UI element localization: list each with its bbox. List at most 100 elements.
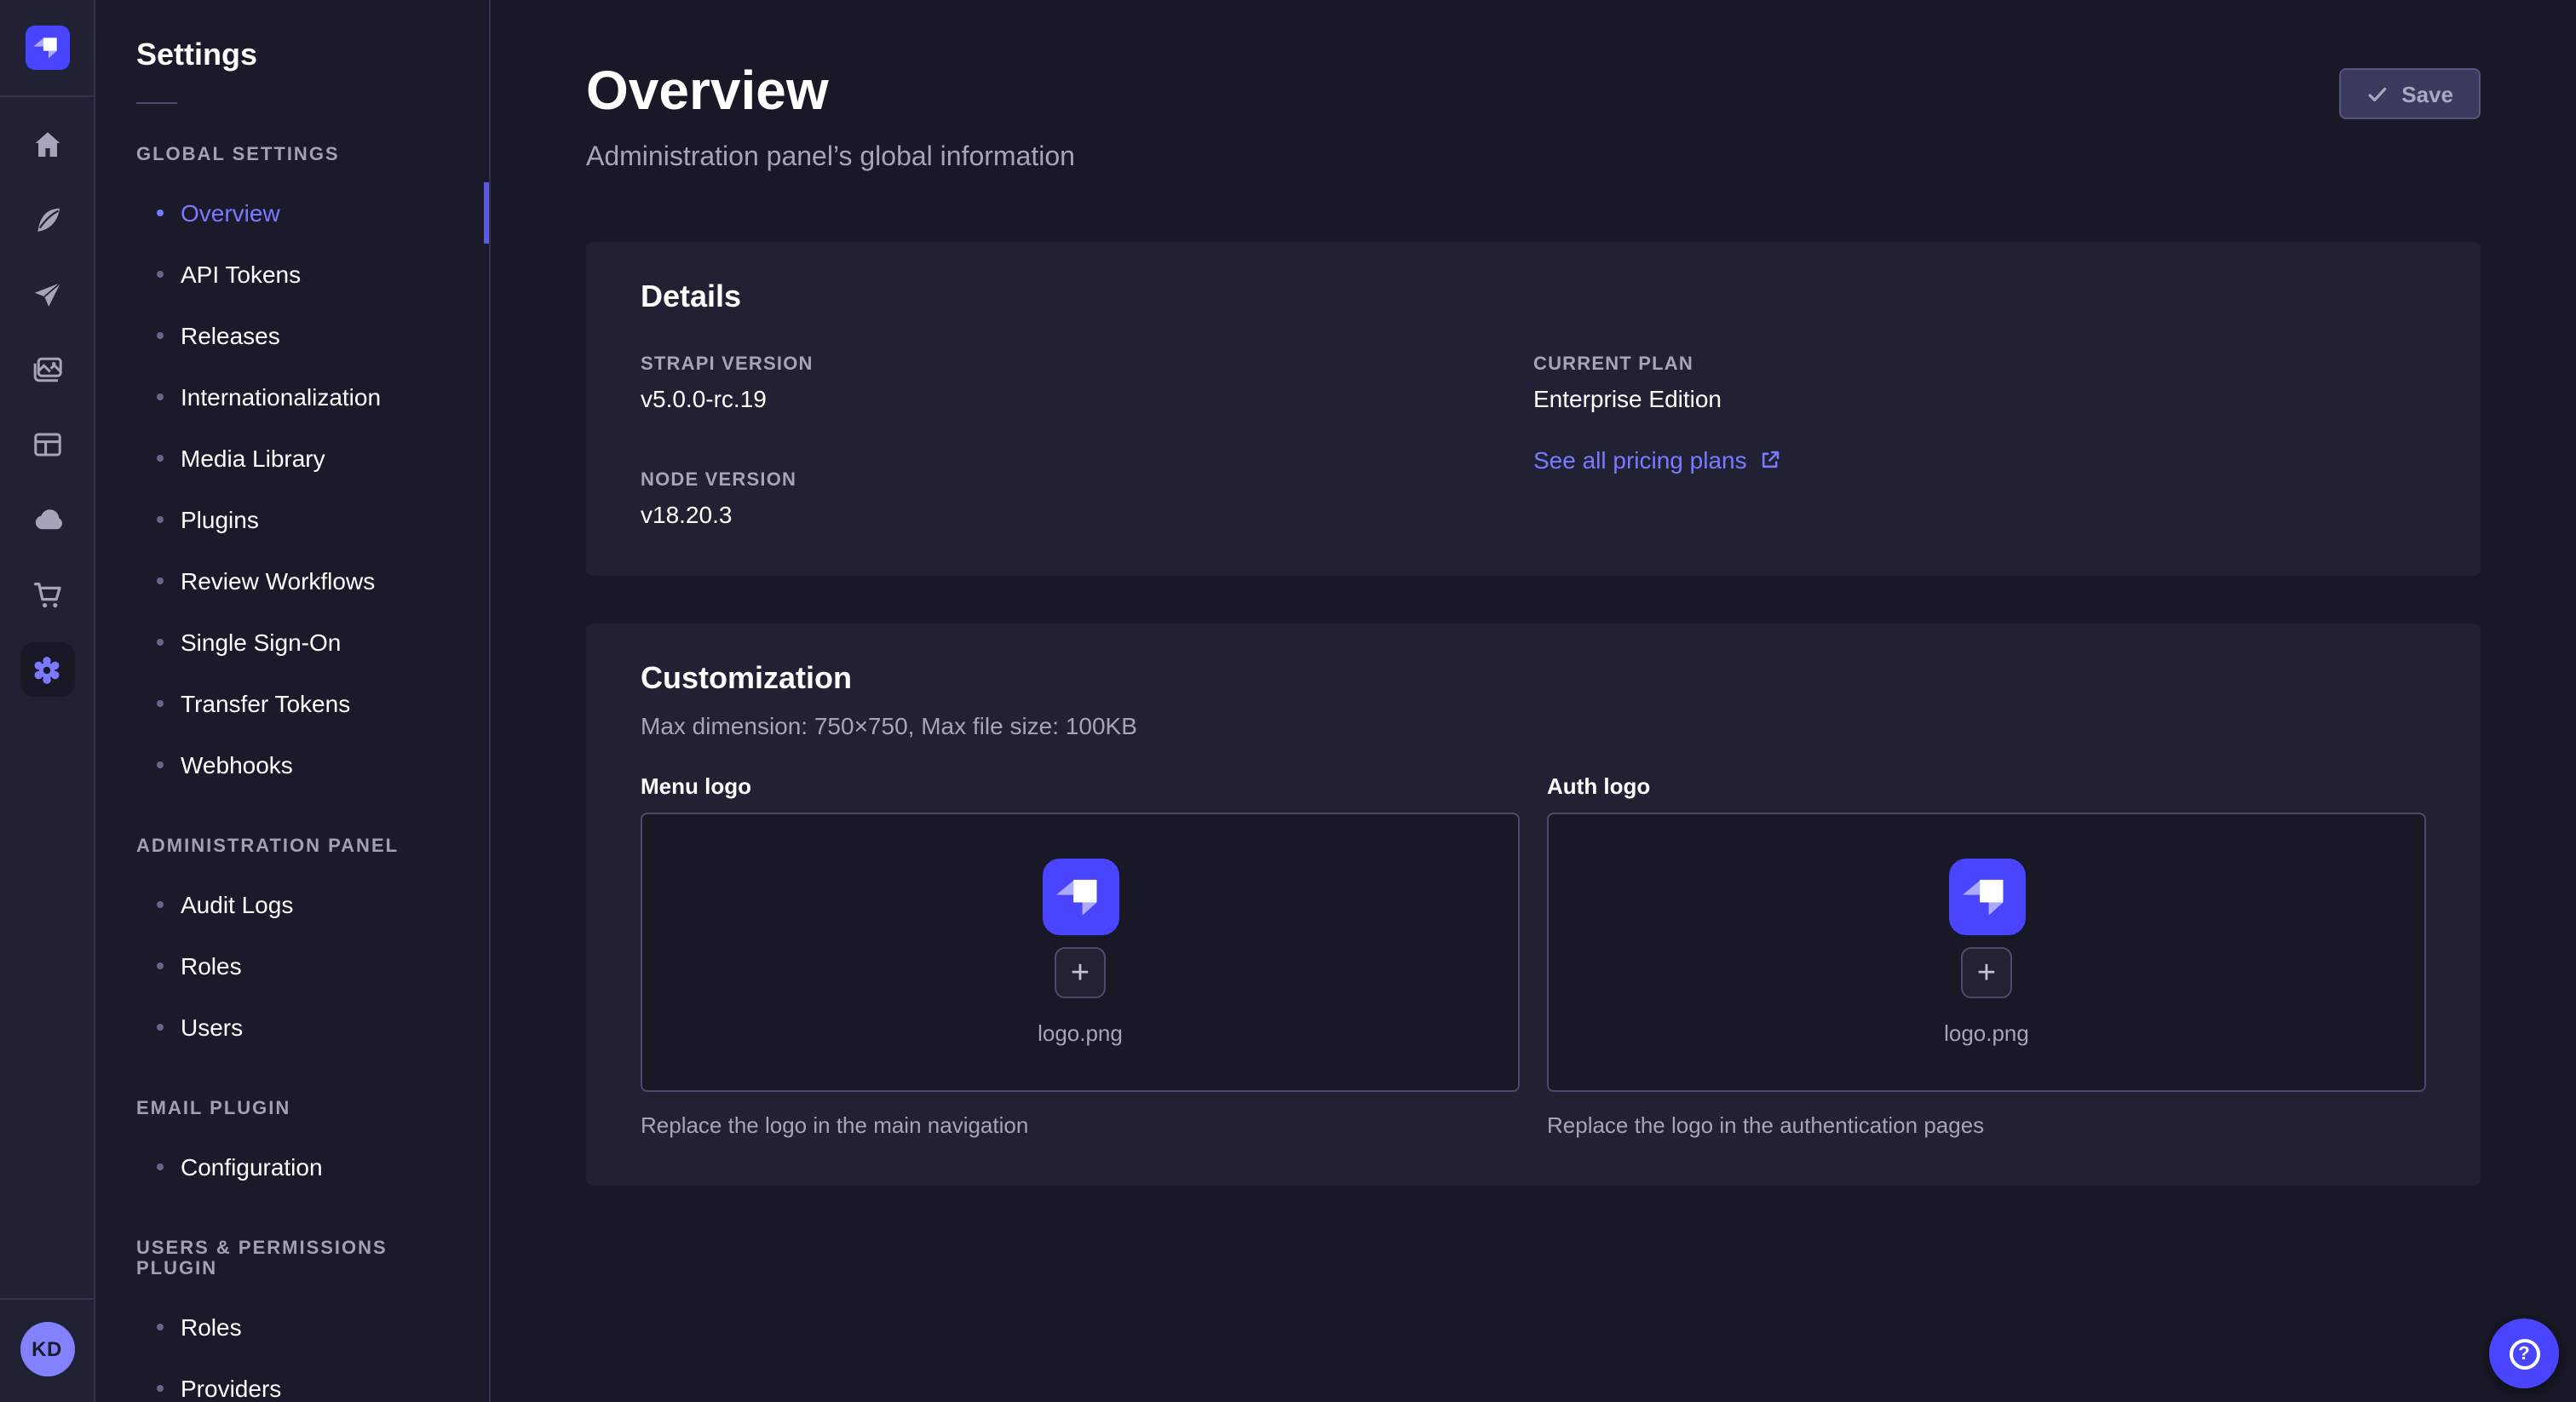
details-right-column: CURRENT PLAN Enterprise Edition See all … [1533, 354, 2426, 528]
subnav-item-providers[interactable]: Providers [95, 1358, 489, 1402]
sidebar-item-content-type-builder[interactable] [20, 417, 74, 472]
external-link-icon [1761, 450, 1781, 470]
auth-logo-field: Auth logo + logo.png Replace the logo in… [1547, 773, 2426, 1138]
sidebar-item-cloud[interactable] [20, 492, 74, 547]
check-icon [2366, 83, 2388, 105]
subnav-item-label: Releases [181, 322, 280, 349]
gear-icon [29, 652, 65, 687]
subnav-list-users-permissions-plugin: Roles Providers [95, 1296, 489, 1402]
menu-logo-dropzone[interactable]: + logo.png [641, 813, 1520, 1092]
logo-uploads: Menu logo + logo.png Replace the logo in… [641, 773, 2426, 1138]
sidebar-item-media-library[interactable] [20, 342, 74, 397]
subnav-item-plugins[interactable]: Plugins [95, 489, 489, 550]
auth-logo-label: Auth logo [1547, 773, 2426, 799]
customization-subtitle: Max dimension: 750×750, Max file size: 1… [641, 712, 2426, 739]
node-version-field: NODE VERSION v18.20.3 [641, 470, 1533, 528]
bullet-dot-icon [157, 1324, 164, 1330]
bullet-dot-icon [157, 332, 164, 339]
subnav-item-label: Roles [181, 1313, 242, 1341]
bullet-dot-icon [157, 1024, 164, 1031]
details-heading: Details [641, 276, 2426, 317]
subnav-item-roles[interactable]: Roles [95, 935, 489, 997]
strapi-version-label: STRAPI VERSION [641, 354, 1533, 375]
cart-icon [30, 577, 64, 612]
pricing-plans-link[interactable]: See all pricing plans [1533, 446, 1781, 474]
strapi-version-field: STRAPI VERSION v5.0.0-rc.19 [641, 354, 1533, 412]
node-version-label: NODE VERSION [641, 470, 1533, 491]
save-button[interactable]: Save [2338, 68, 2481, 119]
page-title-block: Overview Administration panel’s global i… [586, 58, 1075, 174]
subnav-item-overview[interactable]: Overview [95, 182, 489, 244]
rail-footer: KD [0, 1298, 94, 1402]
subnav-item-label: Providers [181, 1375, 281, 1402]
bullet-dot-icon [157, 962, 164, 969]
feather-icon [30, 203, 64, 237]
sidebar-item-releases[interactable] [20, 267, 74, 322]
auth-logo-filename: logo.png [1944, 1020, 2029, 1046]
avatar[interactable]: KD [20, 1322, 74, 1376]
bullet-dot-icon [157, 639, 164, 646]
subnav-item-label: Plugins [181, 506, 259, 533]
sidebar-item-home[interactable] [20, 118, 74, 172]
add-menu-logo-button[interactable]: + [1055, 947, 1106, 998]
subnav-item-configuration[interactable]: Configuration [95, 1136, 489, 1198]
paper-plane-icon [30, 278, 64, 312]
subnav-item-transfer-tokens[interactable]: Transfer Tokens [95, 673, 489, 734]
cloud-icon [30, 503, 64, 537]
bullet-dot-icon [157, 577, 164, 584]
subnav-item-review-workflows[interactable]: Review Workflows [95, 550, 489, 612]
subnav-item-media-library[interactable]: Media Library [95, 428, 489, 489]
subnav-title: Settings [95, 0, 489, 75]
subnav-item-label: Overview [181, 199, 280, 227]
strapi-logo-preview [1948, 859, 2025, 935]
subnav-item-audit-logs[interactable]: Audit Logs [95, 874, 489, 935]
menu-logo-filename: logo.png [1038, 1020, 1123, 1046]
menu-logo-field: Menu logo + logo.png Replace the logo in… [641, 773, 1520, 1138]
current-plan-value: Enterprise Edition [1533, 385, 2426, 412]
bullet-dot-icon [157, 901, 164, 908]
subnav-section-users-permissions-plugin: USERS & PERMISSIONS PLUGIN [136, 1238, 448, 1279]
subnav-item-roles[interactable]: Roles [95, 1296, 489, 1358]
sidebar-item-settings[interactable] [20, 642, 74, 697]
bullet-dot-icon [157, 210, 164, 216]
subnav-item-label: Audit Logs [181, 891, 293, 918]
bullet-dot-icon [157, 761, 164, 768]
sidebar-item-marketplace[interactable] [20, 567, 74, 622]
strapi-logo-icon [25, 26, 69, 70]
subnav-list-administration-panel: Audit Logs RolesUsers [95, 874, 489, 1058]
current-plan-field: CURRENT PLAN Enterprise Edition [1533, 354, 2426, 412]
subnav-item-label: Webhooks [181, 751, 293, 779]
details-grid: STRAPI VERSION v5.0.0-rc.19 NODE VERSION… [641, 354, 2426, 528]
subnav-item-label: Review Workflows [181, 567, 375, 595]
current-plan-label: CURRENT PLAN [1533, 354, 2426, 375]
strapi-version-value: v5.0.0-rc.19 [641, 385, 1533, 412]
subnav-list-email-plugin: Configuration [95, 1136, 489, 1198]
help-button[interactable]: ? [2489, 1319, 2559, 1388]
add-auth-logo-button[interactable]: + [1961, 947, 2012, 998]
strapi-workspace-logo[interactable] [0, 0, 94, 97]
customization-card: Customization Max dimension: 750×750, Ma… [586, 623, 2481, 1186]
subnav-item-single-sign-on[interactable]: Single Sign-On [95, 612, 489, 673]
save-button-label: Save [2401, 81, 2453, 106]
main-content: Overview Administration panel’s global i… [491, 0, 2576, 1402]
auth-logo-hint: Replace the logo in the authentication p… [1547, 1112, 2426, 1138]
details-card: Details STRAPI VERSION v5.0.0-rc.19 NODE… [586, 242, 2481, 576]
bullet-dot-icon [157, 700, 164, 707]
page-subtitle: Administration panel’s global informatio… [586, 143, 1075, 174]
rail-icon-nav [20, 118, 74, 717]
subnav-item-webhooks[interactable]: Webhooks [95, 734, 489, 796]
sidebar-item-content[interactable] [20, 192, 74, 247]
subnav-sections: GLOBAL SETTINGSOverviewAPI TokensRelease… [95, 145, 489, 1402]
auth-logo-dropzone[interactable]: + logo.png [1547, 813, 2426, 1092]
app-window: KD Settings GLOBAL SETTINGSOverviewAPI T… [0, 0, 2576, 1402]
settings-subnav: Settings GLOBAL SETTINGSOverviewAPI Toke… [95, 0, 491, 1402]
page-header: Overview Administration panel’s global i… [586, 0, 2481, 174]
subnav-item-releases[interactable]: Releases [95, 305, 489, 366]
question-mark-icon: ? [2509, 1338, 2539, 1369]
customization-heading: Customization [641, 658, 2426, 698]
subnav-item-users[interactable]: Users [95, 997, 489, 1058]
subnav-item-internationalization[interactable]: Internationalization [95, 366, 489, 428]
menu-logo-label: Menu logo [641, 773, 1520, 799]
bullet-dot-icon [157, 1164, 164, 1170]
subnav-item-api-tokens[interactable]: API Tokens [95, 244, 489, 305]
